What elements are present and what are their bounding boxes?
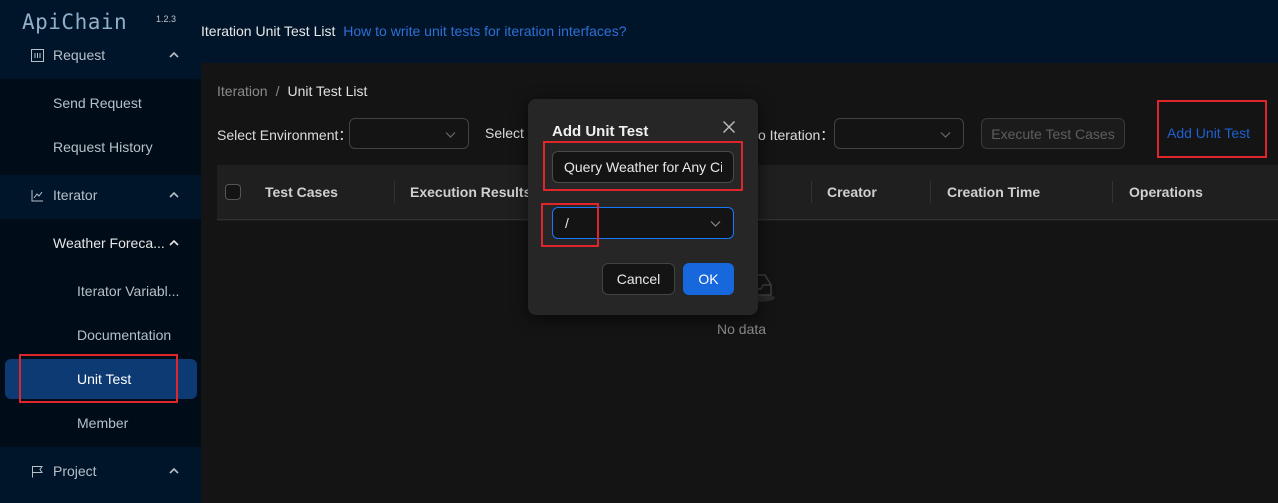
execute-test-cases-button[interactable]: Execute Test Cases [981,118,1125,149]
sidebar-item-request-history[interactable]: Request History [0,127,201,167]
breadcrumb: Iteration / Unit Test List [217,83,367,99]
add-unit-test-dialog: Add Unit Test / Cancel OK [528,99,758,315]
top-header: Iteration Unit Test List How to write un… [201,0,1278,63]
chevron-down-icon [940,132,951,138]
sidebar: ApiChain 1.2.3 Request Send Request Requ… [0,0,201,503]
sidebar-item-label: Weather Foreca... [53,235,165,251]
sidebar-item-unit-test[interactable]: Unit Test [0,359,201,399]
sidebar-item-label: Send Request [53,95,142,111]
column-divider [394,181,395,203]
app-logo: ApiChain [22,10,128,34]
header-title-text: Iteration Unit Test List [201,23,336,39]
column-header-test-cases: Test Cases [265,184,338,200]
breadcrumb-parent[interactable]: Iteration [217,83,268,99]
flag-icon [30,464,44,478]
add-unit-test-button[interactable]: Add Unit Test [1167,125,1250,141]
environment-label: Select Environment： [217,127,353,143]
sidebar-item-iterator-variables[interactable]: Iterator Variabl... [0,271,201,311]
sidebar-item-member[interactable]: Member [0,403,201,443]
close-icon[interactable] [722,120,736,134]
second-filter-label: Select I [485,125,532,141]
select-all-checkbox[interactable] [225,184,241,200]
column-divider [930,181,931,203]
empty-state-text: No data [717,321,767,337]
unit-test-name-input[interactable] [552,151,734,183]
request-icon [30,48,44,62]
breadcrumb-current: Unit Test List [287,83,368,99]
sidebar-item-documentation[interactable]: Documentation [0,315,201,355]
column-divider [811,181,812,203]
chevron-up-icon [169,467,179,474]
chevron-up-icon [169,191,179,198]
iteration-label: o Iteration： [758,127,835,143]
sidebar-item-label: Request [53,47,106,63]
breadcrumb-separator: / [275,83,280,99]
sidebar-item-project[interactable]: Project [0,451,201,491]
column-header-operations: Operations [1129,184,1203,200]
sidebar-item-label: Project [53,463,97,479]
folder-select[interactable]: / [552,207,734,239]
sidebar-item-label: Documentation [77,327,172,343]
chevron-down-icon [445,132,456,138]
app-version: 1.2.3 [156,14,177,24]
chevron-up-icon [169,51,179,58]
chevron-down-icon [710,221,721,227]
sidebar-item-send-request[interactable]: Send Request [0,83,201,123]
cancel-button[interactable]: Cancel [602,263,675,295]
sidebar-item-label: Request History [53,139,153,155]
column-divider [1112,181,1113,203]
sidebar-item-iterator[interactable]: Iterator [0,175,201,215]
page-title: Iteration Unit Test List How to write un… [201,23,627,39]
sidebar-item-label: Iterator [53,187,98,203]
folder-select-value: / [565,215,569,231]
chevron-up-icon [169,239,179,246]
sidebar-item-weather-forecast[interactable]: Weather Foreca... [0,223,201,263]
sidebar-item-label: Iterator Variabl... [77,283,180,299]
help-link[interactable]: How to write unit tests for iteration in… [343,23,626,39]
column-header-creation-time: Creation Time [947,184,1041,200]
sidebar-item-request[interactable]: Request [0,35,201,75]
dialog-title: Add Unit Test [552,123,649,140]
sidebar-item-label: Unit Test [77,371,132,387]
column-header-execution-results: Execution Results [410,184,532,200]
column-header-creator: Creator [827,184,877,200]
ok-button[interactable]: OK [683,263,734,295]
iteration-select[interactable] [834,118,964,149]
chart-icon [30,188,44,202]
environment-select[interactable] [349,118,469,149]
sidebar-item-label: Member [77,415,129,431]
